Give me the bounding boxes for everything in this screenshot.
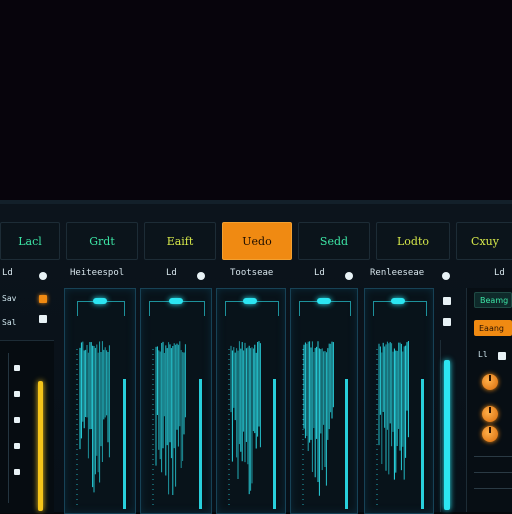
toggle-dot-left[interactable]	[39, 272, 47, 280]
left-scale-mark	[14, 469, 20, 475]
channel-strip-4[interactable]	[290, 288, 358, 514]
channel-fader-meter	[123, 379, 126, 509]
tab-5[interactable]: Lodto	[376, 222, 450, 260]
left-scale	[8, 353, 31, 503]
tab-4[interactable]: Sedd	[298, 222, 370, 260]
right-level-meter[interactable]	[444, 360, 450, 510]
header-channel-2: Ld	[166, 268, 177, 278]
tab-3[interactable]: Uedo	[222, 222, 292, 260]
panel-divider	[0, 200, 512, 204]
right-button-2[interactable]: Eaang	[474, 320, 512, 336]
right-panel-toggle[interactable]	[498, 352, 506, 360]
right-panel-label: Ll	[478, 350, 488, 359]
knob-1[interactable]	[482, 374, 498, 390]
channel-strip-1[interactable]	[64, 288, 136, 514]
left-scale-mark	[14, 365, 20, 371]
channel-strip-5[interactable]	[364, 288, 434, 514]
right-button-1[interactable]: Beamg	[474, 292, 512, 308]
channel-strip-3[interactable]	[216, 288, 286, 514]
left-level-meter[interactable]	[38, 381, 43, 511]
channel-fader-meter	[421, 379, 424, 509]
left-label-a: Sav	[2, 294, 17, 303]
tab-bar: Lacl Grdt Eaift Uedo Sedd Lodto Cxuy	[0, 222, 512, 262]
waveform-graphic	[0, 0, 512, 200]
channel-2-waveform	[152, 341, 202, 509]
toggle-dot-5[interactable]	[442, 272, 450, 280]
channel-fader-meter	[345, 379, 348, 509]
left-scale-mark	[14, 443, 20, 449]
right-button-2-label: Eaang	[479, 323, 505, 333]
tab-1-label: Grdt	[89, 234, 115, 248]
right-divider	[474, 488, 512, 489]
channel-fader-meter	[273, 379, 276, 509]
tab-0[interactable]: Lacl	[0, 222, 60, 260]
tab-2-label: Eaift	[166, 234, 194, 248]
header-left: Ld	[2, 268, 13, 278]
channel-5-waveform	[376, 341, 424, 509]
channel-3-waveform	[228, 341, 276, 509]
right-toggle-1[interactable]	[443, 297, 451, 305]
header-channel-1: Heiteespol	[70, 268, 125, 278]
channel-strip-2[interactable]	[140, 288, 212, 514]
left-scale-mark	[14, 417, 20, 423]
tab-3-label: Uedo	[242, 234, 272, 248]
header-right: Ld	[494, 268, 505, 278]
tab-6[interactable]: Cxuy	[456, 222, 512, 260]
left-toggle-white[interactable]	[39, 315, 47, 323]
tab-5-label: Lodto	[396, 234, 429, 248]
right-toggle-2[interactable]	[443, 318, 451, 326]
tab-4-label: Sedd	[319, 234, 349, 248]
tab-1[interactable]: Grdt	[66, 222, 138, 260]
left-scale-mark	[14, 391, 20, 397]
left-toggle-orange[interactable]	[39, 295, 47, 303]
left-label-b: Sal	[2, 318, 17, 327]
channel-fader-meter	[199, 379, 202, 509]
right-divider	[474, 456, 512, 457]
right-button-1-label: Beamg	[480, 295, 509, 305]
right-divider	[474, 472, 512, 473]
right-scale	[440, 340, 455, 512]
knob-3[interactable]	[482, 426, 498, 442]
header-channel-3: Tootseae	[230, 268, 274, 278]
tab-0-label: Lacl	[18, 234, 42, 248]
tab-2[interactable]: Eaift	[144, 222, 216, 260]
toggle-dot-4[interactable]	[345, 272, 353, 280]
header-channel-5: Renleeseae	[370, 268, 425, 278]
channel-1-waveform	[76, 341, 126, 509]
channel-4-waveform	[302, 341, 348, 509]
left-meter-panel	[0, 340, 54, 513]
tab-6-label: Cxuy	[471, 234, 499, 248]
waveform-display[interactable]	[0, 0, 512, 200]
header-channel-4: Ld	[314, 268, 325, 278]
toggle-dot-2[interactable]	[197, 272, 205, 280]
knob-2[interactable]	[482, 406, 498, 422]
